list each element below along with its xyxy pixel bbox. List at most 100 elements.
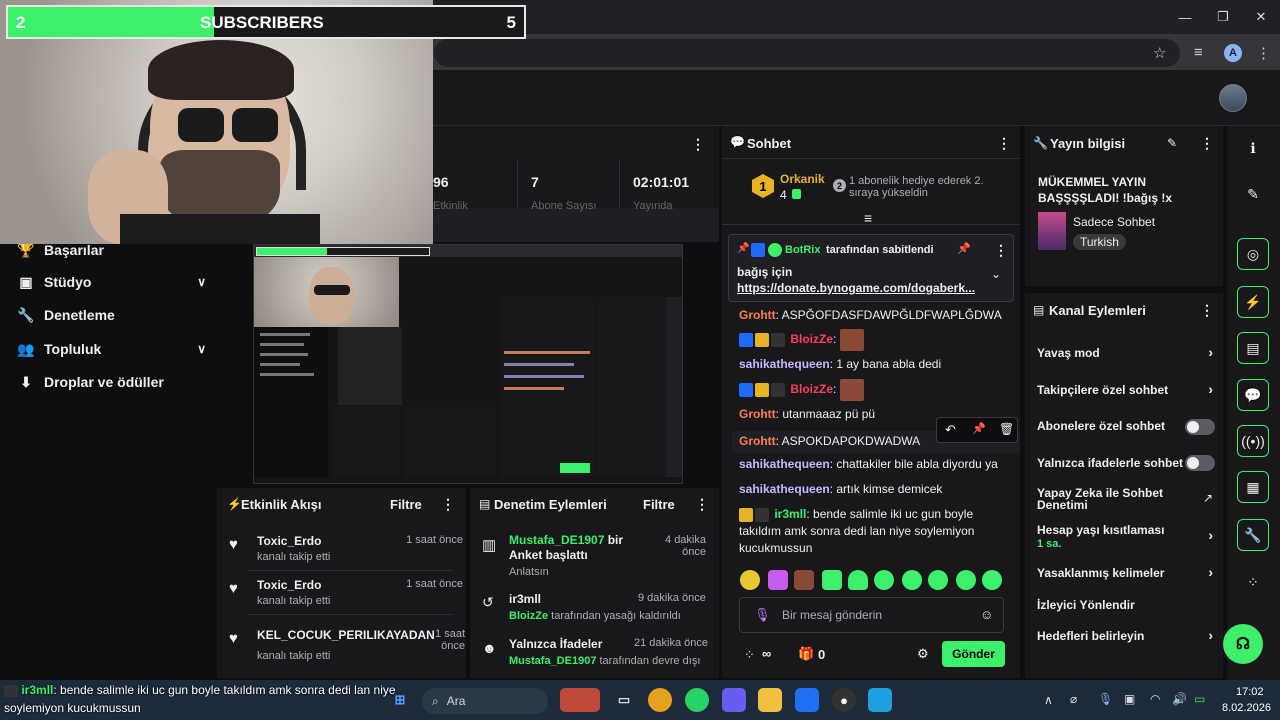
task-view-icon[interactable]: ▭ xyxy=(612,688,636,712)
chevron-right-icon[interactable]: › xyxy=(1208,527,1213,543)
stream-preview[interactable] xyxy=(253,244,683,484)
nav-item-moderation[interactable]: 🔧 Denetleme xyxy=(16,300,206,330)
chat-message[interactable]: Grohtt: ASPĞOFDASFDAWPĞLDFWAPLĞDWA xyxy=(739,307,1009,324)
chat-message[interactable]: BloizZe: xyxy=(739,329,1009,351)
clock-time[interactable]: 17:02 xyxy=(1236,686,1264,698)
chat-user[interactable]: sahikathequeen xyxy=(739,357,830,371)
chat-message[interactable]: sahikathequeen: 1 ay bana abla dedi xyxy=(739,356,1009,373)
chat-user[interactable]: ir3mll xyxy=(774,507,806,521)
chevron-right-icon[interactable]: › xyxy=(1208,564,1213,580)
pin-message-icon[interactable]: 📌 xyxy=(972,422,986,435)
nav-item-studio[interactable]: ▣ Stüdyo ∨ xyxy=(16,267,206,297)
moderation-target[interactable]: ir3mll xyxy=(509,592,541,606)
action-set-goals[interactable]: Hedefleri belirleyin xyxy=(1037,629,1215,643)
emote-6[interactable] xyxy=(874,570,894,590)
layout-icon[interactable]: ▦ xyxy=(1237,471,1269,503)
windows-start-icon[interactable]: ⊞ xyxy=(388,688,412,712)
chat-input[interactable]: 🎙 Bir mesaj gönderin ☺ xyxy=(739,597,1004,633)
chat-user[interactable]: Grohtt xyxy=(739,434,776,448)
emote-10[interactable] xyxy=(982,570,1002,590)
tray-app-icon[interactable]: ▣ xyxy=(1124,692,1135,706)
stream-info-menu-icon[interactable]: ⋮ xyxy=(1200,135,1214,152)
emote-only-toggle[interactable] xyxy=(1185,455,1215,471)
moderation-menu-icon[interactable]: ⋮ xyxy=(695,496,709,513)
wifi-icon[interactable]: ◠ xyxy=(1150,692,1160,706)
copilot-icon[interactable] xyxy=(722,688,746,712)
chat-message[interactable]: sahikathequeen: artık kimse demicek xyxy=(739,481,1009,498)
pinned-by-user[interactable]: BotRix xyxy=(785,244,820,256)
chrome-icon[interactable] xyxy=(648,688,672,712)
clock-date[interactable]: 8.02.2026 xyxy=(1222,702,1271,714)
chat-user[interactable]: BloizZe xyxy=(790,382,833,396)
edit-icon[interactable]: ✎ xyxy=(1167,136,1177,150)
chevron-right-icon[interactable]: › xyxy=(1208,381,1213,397)
emote-5[interactable] xyxy=(848,570,868,590)
reply-icon[interactable]: ↶ xyxy=(945,422,956,438)
stream-tag[interactable]: Turkish xyxy=(1073,234,1126,250)
category-thumbnail[interactable] xyxy=(1038,212,1066,250)
moderator-name[interactable]: BloizZe xyxy=(509,610,548,622)
chat-menu-icon[interactable]: ⋮ xyxy=(997,135,1011,152)
tray-chevron-icon[interactable]: ∧ xyxy=(1044,693,1053,707)
activity-menu-icon[interactable]: ⋮ xyxy=(441,496,455,513)
emote-1[interactable] xyxy=(740,570,760,590)
emote-3[interactable] xyxy=(794,570,814,590)
delete-icon[interactable]: 🗑 xyxy=(999,422,1014,436)
unpin-icon[interactable]: 📌 xyxy=(957,242,971,255)
leaderboard-user[interactable]: Orkanik xyxy=(780,172,825,186)
emote-8[interactable] xyxy=(928,570,948,590)
lightning-icon[interactable]: ⚡ xyxy=(1237,286,1269,318)
subscribers-only-toggle[interactable] xyxy=(1185,419,1215,435)
moderator-name[interactable]: Mustafa_DE1907 xyxy=(509,655,596,667)
emote-9[interactable] xyxy=(956,570,976,590)
emote-4[interactable] xyxy=(822,570,842,590)
action-slow-mode[interactable]: Yavaş mod xyxy=(1037,346,1215,360)
moderation-filter-button[interactable]: Filtre xyxy=(643,497,675,512)
emote-7[interactable] xyxy=(902,570,922,590)
volume-icon[interactable]: 🔊 xyxy=(1172,692,1187,706)
chat-settings-icon[interactable]: ⚙ xyxy=(917,646,929,662)
community-dots-icon[interactable]: ⁘ xyxy=(1237,566,1269,598)
emote-2[interactable] xyxy=(768,570,788,590)
maximize-icon[interactable]: ❐ xyxy=(1204,0,1242,34)
pinned-menu-icon[interactable]: ⋮ xyxy=(994,242,1008,259)
action-ai-moderation[interactable]: Yapay Zeka ile Sohbet Denetimi xyxy=(1037,487,1187,511)
minimize-icon[interactable]: — xyxy=(1166,0,1204,34)
emoji-picker-icon[interactable]: ☺ xyxy=(980,607,993,622)
whatsapp-icon[interactable] xyxy=(685,688,709,712)
tools-icon[interactable]: 🔧 xyxy=(1237,519,1269,551)
chat-user[interactable]: Grohtt xyxy=(739,407,776,421)
microphone-icon[interactable]: 🎙 xyxy=(754,607,771,623)
chat-message[interactable]: ir3mll: bende salimle iki uc gun boyle t… xyxy=(739,506,1009,557)
channel-actions-menu-icon[interactable]: ⋮ xyxy=(1200,302,1214,319)
chevron-right-icon[interactable]: › xyxy=(1208,344,1213,360)
action-account-age[interactable]: Hesap yaşı kısıtlaması xyxy=(1037,523,1215,537)
info-icon[interactable]: ℹ xyxy=(1237,132,1269,164)
action-banned-words[interactable]: Yasaklanmış kelimeler xyxy=(1037,566,1215,580)
chat-user[interactable]: BloizZe xyxy=(790,332,833,346)
send-button[interactable]: Gönder xyxy=(942,641,1005,667)
edit-stream-icon[interactable]: ✎ xyxy=(1237,178,1269,210)
gift-box-icon[interactable]: 🎁 xyxy=(798,646,814,662)
browser-menu-icon[interactable]: ⋮ xyxy=(1256,44,1271,62)
channel-points-icon[interactable]: ⁘ xyxy=(744,647,755,663)
chat-user[interactable]: sahikathequeen xyxy=(739,457,830,471)
stats-menu-icon[interactable]: ⋮ xyxy=(691,136,705,153)
nav-item-community[interactable]: 👥 Topluluk ∨ xyxy=(16,334,206,364)
microphone-tray-icon[interactable]: 🎙 xyxy=(1098,692,1113,706)
chat-user[interactable]: sahikathequeen xyxy=(739,482,830,496)
close-icon[interactable]: ✕ xyxy=(1242,0,1280,34)
camera-icon[interactable]: ◎ xyxy=(1237,238,1269,270)
activity-user[interactable]: Toxic_Erdo xyxy=(257,578,321,592)
address-bar[interactable] xyxy=(434,39,1180,67)
file-explorer-icon[interactable] xyxy=(758,688,782,712)
battery-icon[interactable]: ▭ xyxy=(1194,692,1205,706)
pinned-link[interactable]: https://donate.bynogame.com/dogaberk... xyxy=(737,281,983,295)
notepad-icon[interactable] xyxy=(868,688,892,712)
stream-category[interactable]: Sadece Sohbet xyxy=(1073,215,1155,229)
chevron-down-icon[interactable]: ⌄ xyxy=(991,267,1001,281)
network-off-icon[interactable]: ⌀ xyxy=(1070,692,1077,706)
bookmark-star-icon[interactable]: ☆ xyxy=(1153,44,1166,62)
chevron-right-icon[interactable]: › xyxy=(1208,627,1213,643)
chat-message[interactable]: sahikathequeen: chattakiler bile abla di… xyxy=(739,456,1009,473)
